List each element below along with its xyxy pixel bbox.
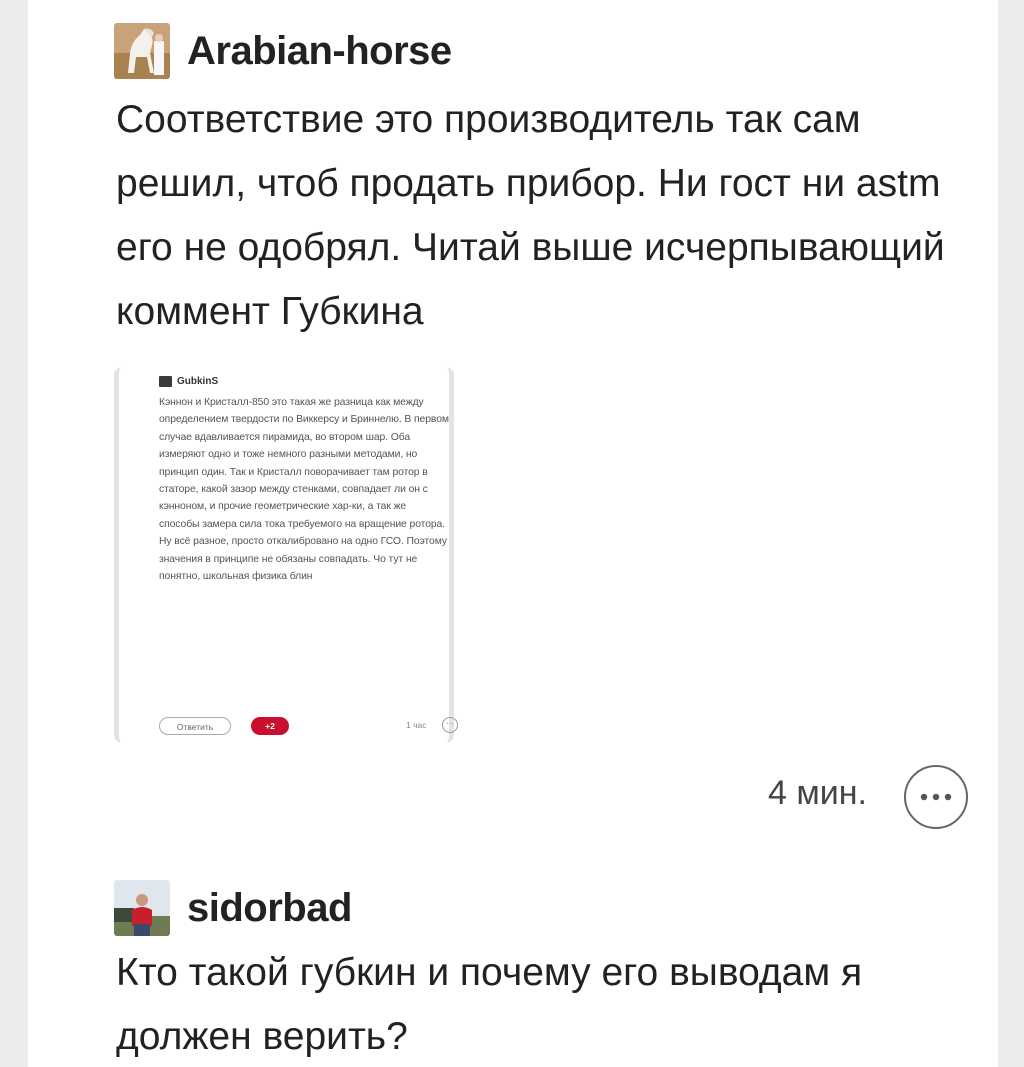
embedded-rating-badge: +2 (251, 717, 289, 735)
embedded-more-icon: ··· (442, 717, 458, 733)
embedded-comment-footer: Ответить +2 1 час ··· (159, 717, 458, 737)
man-photo-avatar[interactable] (114, 880, 170, 936)
comment-timestamp: 4 мин. (768, 774, 867, 812)
username[interactable]: sidorbad (187, 888, 352, 928)
embedded-timestamp: 1 час (406, 720, 427, 730)
embedded-reply-button: Ответить (159, 717, 231, 735)
embedded-avatar (159, 376, 172, 387)
username[interactable]: Arabian-horse (187, 31, 452, 71)
horse-photo-avatar[interactable] (114, 23, 170, 79)
page: Arabian-horse Соответствие это производи… (0, 0, 1024, 1067)
comment-text: Соответствие это производитель так сам р… (116, 98, 945, 333)
embedded-username: GubkinS (177, 376, 219, 387)
embedded-comment-header: GubkinS (159, 376, 218, 387)
embedded-comment-text: Кэннон и Кристалл-850 это такая же разни… (159, 397, 449, 583)
comment-feed: Arabian-horse Соответствие это производи… (28, 0, 998, 1067)
comment-header: sidorbad (114, 880, 352, 936)
more-dots-icon[interactable] (904, 765, 968, 829)
comment-text: Кто такой губкин и почему его выводам я … (116, 951, 863, 1058)
embedded-screenshot[interactable]: GubkinS Кэннон и Кристалл-850 это такая … (114, 367, 458, 743)
comment-header: Arabian-horse (114, 23, 452, 79)
